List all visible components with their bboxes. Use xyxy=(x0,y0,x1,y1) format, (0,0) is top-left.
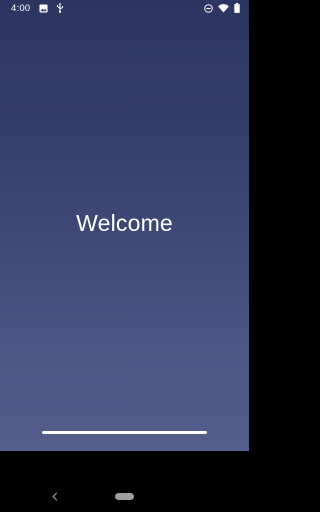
welcome-screen: 4:00 Welcome xyxy=(0,0,249,451)
home-pill-icon[interactable] xyxy=(115,493,134,500)
image-icon xyxy=(39,3,48,13)
do-not-disturb-icon xyxy=(204,3,213,13)
status-right-icons xyxy=(199,3,240,13)
navigation-bar xyxy=(0,451,249,512)
status-left-icons xyxy=(39,3,72,13)
status-bar: 4:00 xyxy=(0,0,249,16)
back-chevron-icon[interactable] xyxy=(49,489,61,503)
usb-debug-icon xyxy=(56,3,64,13)
battery-icon xyxy=(234,3,240,13)
loading-progress-bar xyxy=(42,431,207,434)
progress-fill xyxy=(42,431,207,434)
welcome-title: Welcome xyxy=(76,210,173,236)
wifi-icon xyxy=(218,3,229,13)
phone-screen: 4:00 Welcome xyxy=(0,0,249,512)
status-time: 4:00 xyxy=(11,3,31,14)
